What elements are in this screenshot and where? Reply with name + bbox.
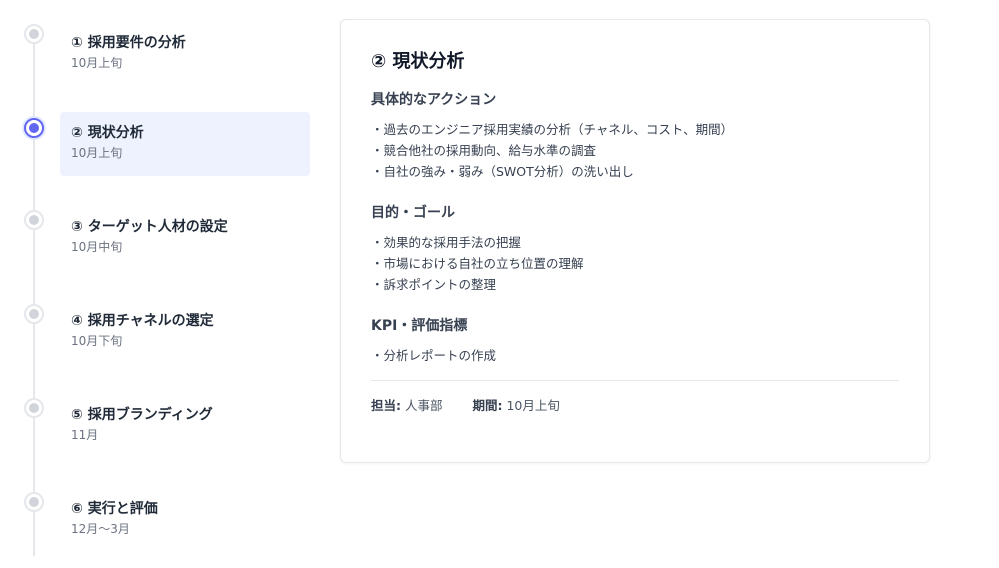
goals-list: ・効果的な採用手法の把握 ・市場における自社の立ち位置の理解 ・訴求ポイントの整… — [371, 232, 899, 295]
section-heading-goals: 目的・ゴール — [371, 205, 455, 221]
step-date: 12月〜3月 — [71, 522, 130, 536]
step-marker-icon — [24, 492, 44, 512]
step-date: 10月中旬 — [71, 240, 123, 254]
list-item: ・訴求ポイントの整理 — [371, 277, 497, 292]
actions-list: ・過去のエンジニア採用実績の分析（チャネル、コスト、期間） ・競合他社の採用動向… — [371, 119, 899, 182]
owner-value: 人事部 — [404, 398, 443, 413]
timeline-line — [33, 32, 35, 556]
step-title: ③ ターゲット人材の設定 — [71, 219, 228, 235]
step-date: 10月上旬 — [71, 56, 123, 70]
period-value: 10月上旬 — [506, 398, 560, 413]
step-card-active[interactable]: ② 現状分析 10月上旬 — [60, 112, 310, 176]
timeline-step-4[interactable]: ④ 採用チャネルの選定 10月下旬 — [0, 300, 320, 364]
step-date: 10月上旬 — [71, 146, 123, 160]
section-heading-actions: 具体的なアクション — [371, 92, 497, 108]
step-date: 10月下旬 — [71, 334, 123, 348]
step-title: ① 採用要件の分析 — [71, 35, 186, 51]
step-title: ② 現状分析 — [71, 125, 144, 141]
kpi-list: ・分析レポートの作成 — [371, 345, 899, 366]
owner-label: 担当: — [371, 398, 401, 413]
divider — [371, 380, 899, 381]
step-card[interactable]: ④ 採用チャネルの選定 10月下旬 — [60, 300, 310, 364]
detail-meta: 担当: 人事部 期間: 10月上旬 — [371, 397, 899, 415]
timeline-step-6[interactable]: ⑥ 実行と評価 12月〜3月 — [0, 488, 320, 552]
page: ① 採用要件の分析 10月上旬 ② 現状分析 10月上旬 ③ ターゲット人材の設… — [0, 0, 999, 568]
step-title: ④ 採用チャネルの選定 — [71, 313, 214, 329]
step-title: ⑥ 実行と評価 — [71, 501, 158, 517]
step-card[interactable]: ③ ターゲット人材の設定 10月中旬 — [60, 206, 310, 270]
timeline: ① 採用要件の分析 10月上旬 ② 現状分析 10月上旬 ③ ターゲット人材の設… — [0, 0, 320, 568]
step-marker-icon — [24, 398, 44, 418]
timeline-step-1[interactable]: ① 採用要件の分析 10月上旬 — [0, 22, 320, 86]
step-card[interactable]: ⑥ 実行と評価 12月〜3月 — [60, 488, 310, 552]
step-card[interactable]: ① 採用要件の分析 10月上旬 — [60, 22, 310, 86]
step-card[interactable]: ⑤ 採用ブランディング 11月 — [60, 394, 310, 458]
step-marker-icon — [24, 24, 44, 44]
step-title: ⑤ 採用ブランディング — [71, 407, 213, 423]
step-marker-active-icon — [24, 118, 44, 138]
detail-title: ② 現状分析 — [371, 51, 465, 72]
list-item: ・効果的な採用手法の把握 — [371, 235, 522, 250]
list-item: ・競合他社の採用動向、給与水準の調査 — [371, 143, 597, 158]
step-date: 11月 — [71, 428, 99, 442]
timeline-step-3[interactable]: ③ ターゲット人材の設定 10月中旬 — [0, 206, 320, 270]
list-item: ・過去のエンジニア採用実績の分析（チャネル、コスト、期間） — [371, 122, 734, 137]
step-marker-icon — [24, 304, 44, 324]
list-item: ・市場における自社の立ち位置の理解 — [371, 256, 584, 271]
step-marker-icon — [24, 210, 44, 230]
list-item: ・自社の強み・弱み（SWOT分析）の洗い出し — [371, 164, 634, 179]
section-heading-kpi: KPI・評価指標 — [371, 318, 468, 334]
detail-panel: ② 現状分析 具体的なアクション ・過去のエンジニア採用実績の分析（チャネル、コ… — [340, 19, 930, 463]
timeline-step-2[interactable]: ② 現状分析 10月上旬 — [0, 112, 320, 176]
list-item: ・分析レポートの作成 — [371, 348, 497, 363]
period-label: 期間: — [472, 398, 503, 413]
timeline-step-5[interactable]: ⑤ 採用ブランディング 11月 — [0, 394, 320, 458]
